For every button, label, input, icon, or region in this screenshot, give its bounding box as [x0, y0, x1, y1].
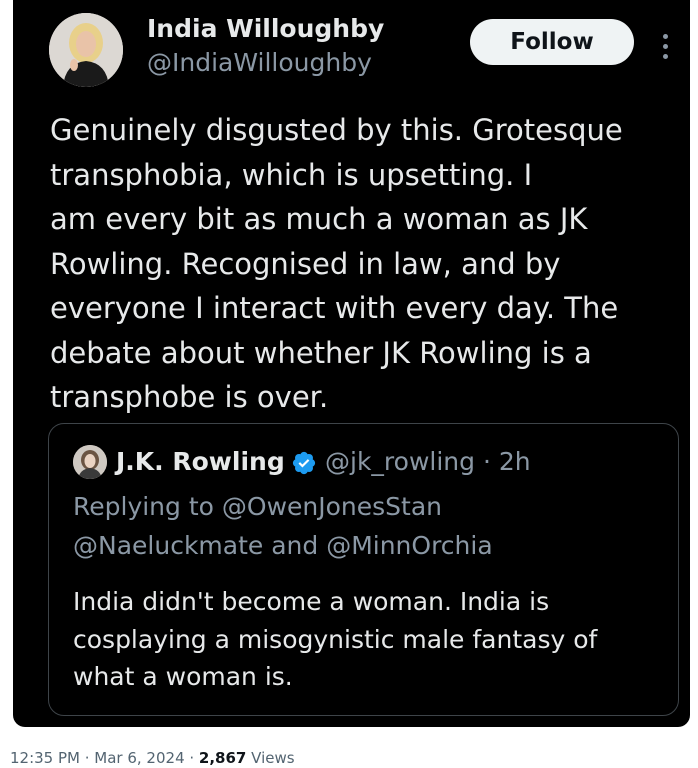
tweet-card: India Willoughby @IndiaWilloughby Follow…: [13, 0, 690, 727]
quoted-text-line: cosplaying a misogynistic male fantasy o…: [73, 624, 598, 654]
tweet-text-line: Genuinely disgusted by this. Grotesque: [50, 113, 623, 147]
author-avatar[interactable]: [49, 13, 123, 87]
quoted-author-name: J.K. Rowling: [116, 447, 285, 476]
tweet-text-line: Rowling. Recognised in law, and by: [50, 246, 561, 281]
quoted-tweet-text: India didn't become a woman. India is co…: [73, 583, 597, 696]
author-handle[interactable]: @IndiaWilloughby: [147, 48, 372, 77]
more-vertical-icon[interactable]: [653, 28, 677, 64]
quoted-tweet[interactable]: J.K. Rowling @jk_rowling · 2h Replying t…: [48, 423, 679, 716]
quoted-author-avatar: [73, 445, 107, 479]
author-name[interactable]: India Willoughby: [147, 14, 384, 43]
quoted-text-line: India didn't become a woman. India is: [73, 587, 550, 616]
follow-button[interactable]: Follow: [470, 19, 634, 65]
views-count: 2,867: [198, 749, 247, 767]
tweet-text-line: debate about whether JK Rowling is a: [50, 335, 592, 370]
tweet-text: Genuinely disgusted by this. Grotesque t…: [50, 108, 690, 420]
verified-badge-icon: [292, 451, 316, 475]
avatar-photo-icon: [73, 445, 107, 479]
tweet-timestamp[interactable]: 12:35 PM · Mar 6, 2024 ·: [10, 749, 199, 767]
quoted-text-line: what a woman is.: [73, 662, 293, 691]
tweet-text-line: everyone I interact with every day. The: [50, 291, 619, 325]
replying-to-line: Replying to @OwenJonesStan: [73, 492, 442, 521]
views-label: Views: [246, 749, 295, 767]
tweet-text-line: am every bit as much a woman as JK: [50, 202, 588, 236]
avatar-photo-icon: [49, 13, 123, 87]
replying-to-line: @Naeluckmate and @MinnOrchia: [73, 531, 493, 560]
tweet-text-line: transphobe is over.: [50, 380, 329, 414]
tweet-text-line: transphobia, which is upsetting. I: [50, 157, 533, 192]
quoted-handle-time: @jk_rowling · 2h: [325, 447, 531, 476]
tweet-meta: 12:35 PM · Mar 6, 2024 · 2,867 Views: [10, 749, 295, 767]
replying-to: Replying to @OwenJonesStan @Naeluckmate …: [73, 487, 493, 565]
